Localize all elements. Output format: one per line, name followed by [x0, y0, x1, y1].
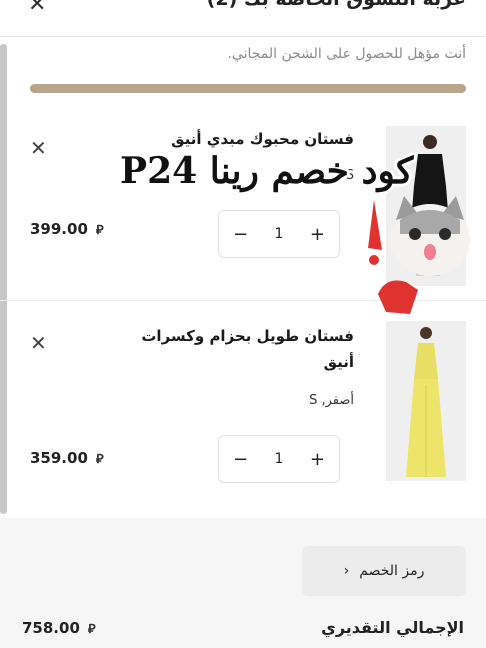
item-price-value: 399.00 [30, 220, 88, 238]
promo-code-label: رمز الخصم [359, 563, 425, 579]
yellow-dress-image [386, 321, 466, 481]
remove-item-icon[interactable]: ✕ [30, 331, 47, 355]
quantity-stepper[interactable]: − 1 + [218, 435, 340, 483]
estimated-total-value: 758.00 [22, 619, 80, 637]
item-price: 359.00 ⃁ [30, 449, 104, 467]
cart-item: ✕ فستان طويل بحزام وكسرات أنيق أصفر, S 3… [0, 315, 486, 505]
close-icon[interactable]: ✕ [28, 0, 46, 17]
quantity-value: 1 [274, 451, 284, 467]
estimated-total-label: الإجمالي التقديري [321, 618, 464, 637]
riyal-icon: ⃁ [95, 222, 104, 238]
item-price-value: 359.00 [30, 449, 88, 467]
chevron-left-icon: ‹ [343, 563, 350, 579]
riyal-icon: ⃁ [87, 621, 96, 637]
item-title[interactable]: فستان محبوك مبدي أنيق [124, 126, 354, 152]
shipping-progress-fill [30, 84, 466, 93]
header-divider [0, 36, 486, 37]
product-image[interactable] [386, 321, 466, 481]
promo-code-button[interactable]: رمز الخصم ‹ [302, 546, 466, 596]
free-shipping-message: أنت مؤهل للحصول على الشحن المجاني. [227, 46, 466, 62]
minus-icon[interactable]: − [233, 224, 248, 245]
plus-icon[interactable]: + [310, 224, 325, 245]
item-variant: أصفر, S [309, 393, 354, 408]
quantity-value: 1 [274, 226, 284, 242]
cart-title: عربة التسوق الخاصة بك (2) [126, 0, 466, 10]
quantity-stepper[interactable]: − 1 + [218, 210, 340, 258]
shipping-progress-bar [30, 84, 466, 93]
minus-icon[interactable]: − [233, 449, 248, 470]
item-price: 399.00 ⃁ [30, 220, 104, 238]
plus-icon[interactable]: + [310, 449, 325, 470]
item-title[interactable]: فستان طويل بحزام وكسرات أنيق [124, 323, 354, 375]
cat-sticker-icon [368, 196, 470, 314]
remove-item-icon[interactable]: ✕ [30, 136, 47, 160]
riyal-icon: ⃁ [95, 451, 104, 467]
estimated-total: 758.00 ⃁ [22, 619, 96, 637]
discount-code-overlay: كود خصم رينا P24 [120, 150, 414, 192]
